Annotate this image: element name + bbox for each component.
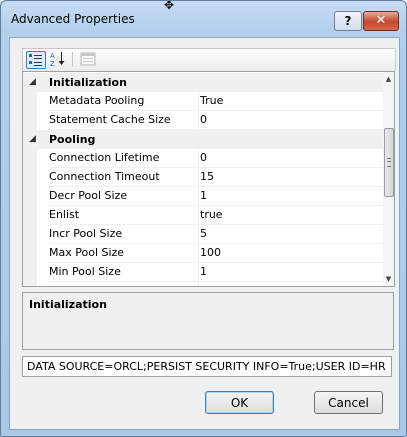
- row-gutter: [23, 168, 37, 187]
- scroll-up-arrow-icon[interactable]: ▲: [383, 72, 394, 86]
- property-name: Metadata Pooling: [49, 92, 198, 111]
- dialog-client-area: A Z ◢ Initialization Metadata Pooling True S…: [9, 37, 400, 430]
- categorized-icon: [29, 54, 42, 66]
- property-value[interactable]: 1: [200, 187, 383, 206]
- property-row[interactable]: Statement Cache Size 0: [23, 111, 383, 130]
- property-row[interactable]: Metadata Pooling True: [23, 92, 383, 111]
- row-gutter: [23, 263, 37, 282]
- svg-text:A: A: [50, 52, 55, 60]
- row-gutter: [23, 244, 37, 263]
- column-divider[interactable]: [198, 92, 199, 111]
- scrollbar-thumb[interactable]: [384, 128, 394, 197]
- property-value[interactable]: True: [200, 282, 383, 286]
- cancel-button[interactable]: Cancel: [314, 391, 383, 414]
- property-row[interactable]: Decr Pool Size 1: [23, 187, 383, 206]
- column-divider[interactable]: [198, 282, 199, 286]
- column-divider[interactable]: [198, 225, 199, 244]
- property-row[interactable]: Max Pool Size 100: [23, 244, 383, 263]
- property-name: Min Pool Size: [49, 263, 198, 282]
- row-gutter: [23, 149, 37, 168]
- property-value[interactable]: 100: [200, 244, 383, 263]
- property-row[interactable]: Incr Pool Size 5: [23, 225, 383, 244]
- alphabetical-view-button[interactable]: A Z: [49, 51, 67, 68]
- property-grid-toolbar: A Z: [22, 48, 396, 71]
- property-name: Incr Pool Size: [49, 225, 198, 244]
- property-grid[interactable]: ◢ Initialization Metadata Pooling True State…: [22, 71, 384, 287]
- window-title: Advanced Properties: [11, 12, 135, 26]
- column-divider[interactable]: [198, 206, 199, 225]
- sort-alphabetical-icon: A Z: [50, 52, 65, 68]
- row-gutter: [23, 206, 37, 225]
- scroll-down-arrow-icon[interactable]: ▼: [383, 272, 394, 286]
- move-cursor-icon: ✥: [164, 0, 175, 12]
- category-label: Initialization: [49, 76, 127, 89]
- property-row[interactable]: PoolingTrue: [23, 282, 383, 286]
- description-panel: Initialization: [22, 292, 394, 350]
- property-name: Enlist: [49, 206, 198, 225]
- category-label: Pooling: [49, 133, 96, 146]
- categorized-view-button[interactable]: [26, 51, 46, 69]
- property-pages-icon: [80, 52, 96, 66]
- close-button[interactable]: ✕: [363, 11, 399, 31]
- property-value[interactable]: 0: [200, 149, 383, 168]
- property-value[interactable]: true: [200, 206, 383, 225]
- row-gutter: [23, 225, 37, 244]
- connection-string-field[interactable]: DATA SOURCE=ORCL;PERSIST SECURITY INFO=T…: [22, 356, 392, 377]
- property-pages-button[interactable]: [79, 51, 97, 67]
- property-name: Statement Cache Size: [49, 111, 198, 130]
- property-name: Pooling: [49, 282, 198, 286]
- property-value[interactable]: 0: [200, 111, 383, 130]
- title-bar[interactable]: Advanced Properties ✥ ? ✕: [1, 1, 406, 37]
- column-divider[interactable]: [198, 111, 199, 130]
- property-name: Max Pool Size: [49, 244, 198, 263]
- row-gutter: [23, 187, 37, 206]
- property-name: Connection Lifetime: [49, 149, 198, 168]
- toolbar-separator: [72, 52, 73, 67]
- property-value[interactable]: 5: [200, 225, 383, 244]
- property-value[interactable]: 15: [200, 168, 383, 187]
- collapse-triangle-icon[interactable]: ◢: [29, 77, 36, 87]
- collapse-triangle-icon[interactable]: ◢: [29, 134, 36, 144]
- description-title: Initialization: [29, 298, 107, 311]
- column-divider[interactable]: [198, 244, 199, 263]
- property-row[interactable]: Min Pool Size 1: [23, 263, 383, 282]
- property-row[interactable]: Connection Lifetime 0: [23, 149, 383, 168]
- column-divider[interactable]: [198, 168, 199, 187]
- column-divider[interactable]: [198, 263, 199, 282]
- property-name: Decr Pool Size: [49, 187, 198, 206]
- ok-button[interactable]: OK: [205, 391, 274, 414]
- grip-icon: [387, 158, 391, 167]
- help-button[interactable]: ?: [334, 11, 362, 31]
- category-row[interactable]: ◢ Pooling: [23, 130, 383, 149]
- svg-text:Z: Z: [50, 60, 55, 67]
- property-row[interactable]: Enlist true: [23, 206, 383, 225]
- column-divider[interactable]: [198, 187, 199, 206]
- property-row[interactable]: Connection Timeout 15: [23, 168, 383, 187]
- column-divider[interactable]: [198, 149, 199, 168]
- property-grid-scrollbar[interactable]: ▲ ▼: [383, 71, 395, 287]
- row-gutter: [23, 92, 37, 111]
- property-value[interactable]: True: [200, 92, 383, 111]
- row-gutter: [23, 111, 37, 130]
- row-gutter: [23, 282, 37, 286]
- advanced-properties-dialog: Advanced Properties ✥ ? ✕ A Z ◢ Initiali…: [0, 0, 407, 437]
- category-row[interactable]: ◢ Initialization: [23, 73, 383, 92]
- property-value[interactable]: 1: [200, 263, 383, 282]
- property-name: Connection Timeout: [49, 168, 198, 187]
